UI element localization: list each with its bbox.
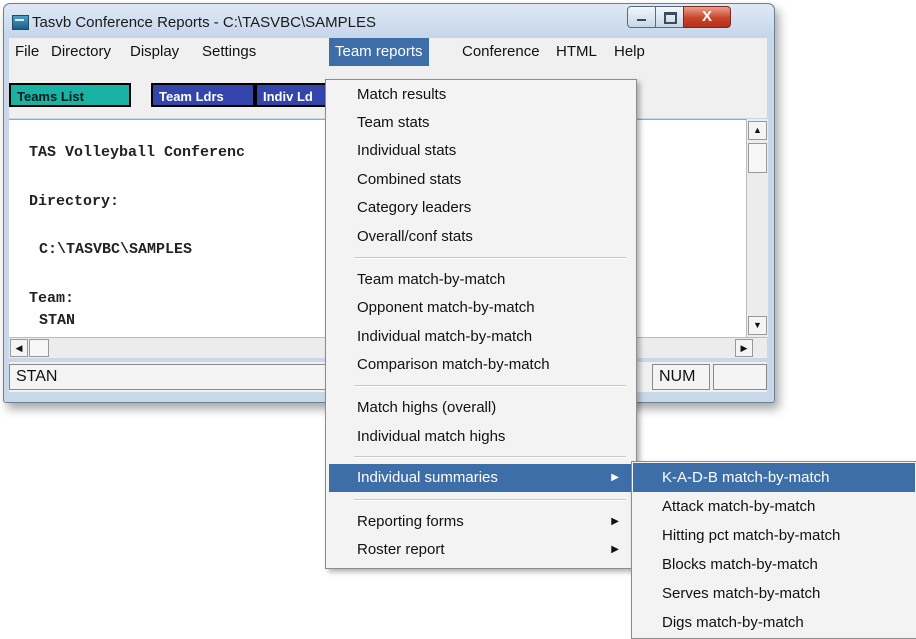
indiv-ldrs-button[interactable]: Indiv Ld [255,83,333,107]
menu-item-individual-match-by-match[interactable]: Individual match-by-match [329,323,631,351]
chevron-right-icon: ▶ [611,544,619,555]
close-button[interactable]: X [683,6,731,28]
minimize-icon [637,19,646,21]
teams-list-button[interactable]: Teams List [9,83,131,107]
arrow-left-icon[interactable]: ◀ [10,339,28,357]
content-line: Team: [29,290,75,307]
menu-item-label: Roster report [357,541,445,558]
menu-separator [354,456,626,458]
status-num-lock: NUM [652,364,710,390]
menu-html[interactable]: HTML [550,38,603,66]
menu-item-opponent-match-by-match[interactable]: Opponent match-by-match [329,294,631,322]
content-line: STAN [39,312,76,329]
menu-item-individual-summaries[interactable]: Individual summaries ▶ [329,464,631,492]
individual-summaries-submenu: K-A-D-B match-by-match Attack match-by-m… [631,461,916,639]
team-reports-menu: Match results Team stats Individual stat… [325,79,637,569]
app-icon[interactable] [12,15,29,30]
menu-item-match-highs-overall[interactable]: Match highs (overall) [329,394,631,422]
vertical-scrollbar[interactable]: ▲ ▼ [746,119,768,337]
menu-separator [354,385,626,387]
menu-item-team-match-by-match[interactable]: Team match-by-match [329,266,631,294]
submenu-item-hitting-pct[interactable]: Hitting pct match-by-match [633,521,915,550]
menu-help[interactable]: Help [608,38,651,66]
title-bar[interactable]: Tasvb Conference Reports - C:\TASVBC\SAM… [4,4,774,38]
menu-item-comparison-match-by-match[interactable]: Comparison match-by-match [329,351,631,379]
menu-bar: File Directory Display Settings Team rep… [9,38,767,66]
scroll-thumb[interactable] [748,143,767,173]
submenu-item-attack[interactable]: Attack match-by-match [633,492,915,521]
window-title: Tasvb Conference Reports - C:\TASVBC\SAM… [32,14,377,31]
submenu-item-kadb[interactable]: K-A-D-B match-by-match [633,463,915,492]
submenu-item-serves[interactable]: Serves match-by-match [633,579,915,608]
team-ldrs-button[interactable]: Team Ldrs [151,83,255,107]
menu-team-reports[interactable]: Team reports [329,38,429,66]
arrow-down-icon[interactable]: ▼ [748,316,767,335]
submenu-item-digs[interactable]: Digs match-by-match [633,608,915,637]
menu-item-reporting-forms[interactable]: Reporting forms ▶ [329,508,631,536]
content-line: TAS Volleyball Conferenc [29,144,246,161]
close-icon: X [701,8,712,25]
menu-display[interactable]: Display [124,38,185,66]
menu-item-individual-match-highs[interactable]: Individual match highs [329,423,631,451]
arrow-right-icon[interactable]: ▶ [735,339,753,357]
maximize-icon [664,12,677,24]
menu-item-individual-stats[interactable]: Individual stats [329,137,631,165]
menu-item-combined-stats[interactable]: Combined stats [329,166,631,194]
chevron-right-icon: ▶ [611,516,619,527]
scroll-thumb[interactable] [29,339,49,357]
menu-separator [354,257,626,259]
status-team: STAN [9,364,327,390]
menu-item-overall-conf-stats[interactable]: Overall/conf stats [329,223,631,251]
status-extra [713,364,767,390]
menu-item-match-results[interactable]: Match results [329,81,631,109]
menu-item-label: Individual summaries [357,469,498,486]
menu-directory[interactable]: Directory [45,38,117,66]
menu-item-category-leaders[interactable]: Category leaders [329,194,631,222]
submenu-item-blocks[interactable]: Blocks match-by-match [633,550,915,579]
menu-separator [354,499,626,501]
arrow-up-icon[interactable]: ▲ [748,121,767,140]
menu-file[interactable]: File [9,38,45,66]
content-line: Directory: [29,193,120,210]
menu-item-label: Reporting forms [357,513,464,530]
menu-settings[interactable]: Settings [196,38,262,66]
chevron-right-icon: ▶ [611,472,619,483]
content-line: C:\TASVBC\SAMPLES [39,241,193,258]
menu-item-team-stats[interactable]: Team stats [329,109,631,137]
maximize-button[interactable] [655,6,684,28]
menu-item-roster-report[interactable]: Roster report ▶ [329,536,631,564]
minimize-button[interactable] [627,6,656,28]
menu-conference[interactable]: Conference [456,38,546,66]
